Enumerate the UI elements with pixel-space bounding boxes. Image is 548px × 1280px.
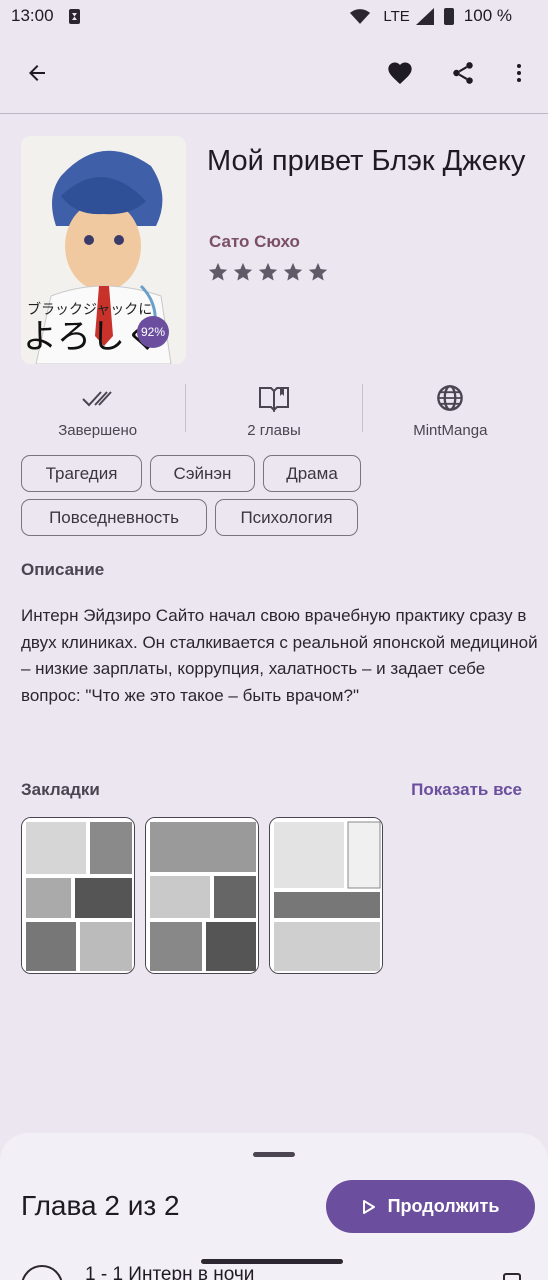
book-icon — [258, 387, 289, 412]
chapters-info: 2 главы — [186, 378, 361, 444]
gesture-nav-bar[interactable] — [201, 1259, 343, 1264]
chapters-bottom-sheet[interactable]: Глава 2 из 2 Продолжить 1 - 1 Интерн в н… — [0, 1133, 548, 1280]
star-icon — [258, 262, 278, 281]
status-right: LTE 100 % — [349, 6, 512, 26]
description-heading: Описание — [21, 560, 105, 579]
heart-icon — [388, 62, 412, 84]
bookmark-thumbnail[interactable] — [145, 817, 259, 974]
continue-reading-button[interactable]: Продолжить — [326, 1180, 535, 1233]
share-button[interactable] — [441, 51, 485, 95]
manga-title: Мой привет Блэк Джеку — [207, 145, 526, 177]
chapter-progress: Глава 2 из 2 — [21, 1190, 180, 1221]
share-icon — [453, 62, 473, 84]
genre-chip[interactable]: Трагедия — [21, 455, 142, 492]
genre-chip[interactable]: Повседневность — [21, 499, 207, 536]
info-row: Завершено 2 главы MintManga — [10, 378, 538, 444]
bookmark-thumbnail[interactable] — [269, 817, 383, 974]
star-icon — [233, 262, 253, 281]
rating-stars — [207, 261, 329, 283]
source-label: MintManga — [413, 422, 488, 439]
chapters-label: 2 главы — [247, 422, 301, 439]
battery-icon — [443, 7, 454, 25]
notification-icon — [69, 9, 80, 24]
manga-page-image — [270, 818, 382, 973]
star-icon — [283, 262, 303, 281]
genre-chip[interactable]: Сэйнэн — [150, 455, 255, 492]
status-info: Завершено — [10, 378, 185, 444]
status-bar: 13:00 LTE 100 % — [0, 0, 548, 34]
wifi-icon — [350, 8, 371, 24]
star-icon — [208, 262, 228, 281]
back-button[interactable] — [15, 51, 59, 95]
continue-label: Продолжить — [387, 1196, 500, 1216]
manga-author[interactable]: Сато Сюхо — [209, 232, 300, 252]
more-vert-icon — [517, 64, 521, 82]
source-info[interactable]: MintManga — [363, 378, 538, 444]
signal-icon — [415, 7, 434, 25]
genre-chip[interactable]: Психология — [215, 499, 358, 536]
globe-icon — [437, 385, 464, 411]
more-options-button[interactable] — [497, 51, 541, 95]
back-arrow-icon — [29, 65, 45, 81]
progress-badge: 92% — [137, 316, 169, 348]
status-time: 13:00 — [11, 6, 54, 25]
double-check-icon — [81, 391, 112, 407]
genre-chip[interactable]: Драма — [263, 455, 361, 492]
drag-handle[interactable] — [253, 1152, 295, 1157]
battery-percent: 100 % — [463, 6, 512, 25]
chapter-status-icon — [21, 1265, 63, 1280]
network-type: LTE — [383, 7, 410, 25]
manga-page-image — [22, 818, 134, 973]
show-all-button[interactable]: Показать все — [411, 780, 522, 800]
chapter-title: 1 - 1 Интерн в ночи — [85, 1264, 255, 1280]
top-app-bar — [0, 34, 548, 114]
bookmarks-heading: Закладки — [21, 780, 100, 799]
cover-title-jp-1: ブラックジャックに — [27, 301, 152, 318]
star-icon — [308, 262, 328, 281]
status-label: Завершено — [58, 422, 138, 439]
play-icon — [362, 1199, 375, 1214]
favorite-button[interactable] — [378, 51, 422, 95]
download-icon[interactable] — [503, 1273, 521, 1280]
description-text[interactable]: Интерн Эйдзиро Сайто начал свою врачебну… — [21, 603, 545, 709]
bookmark-thumbnail[interactable] — [21, 817, 135, 974]
manga-page-image — [146, 818, 258, 973]
